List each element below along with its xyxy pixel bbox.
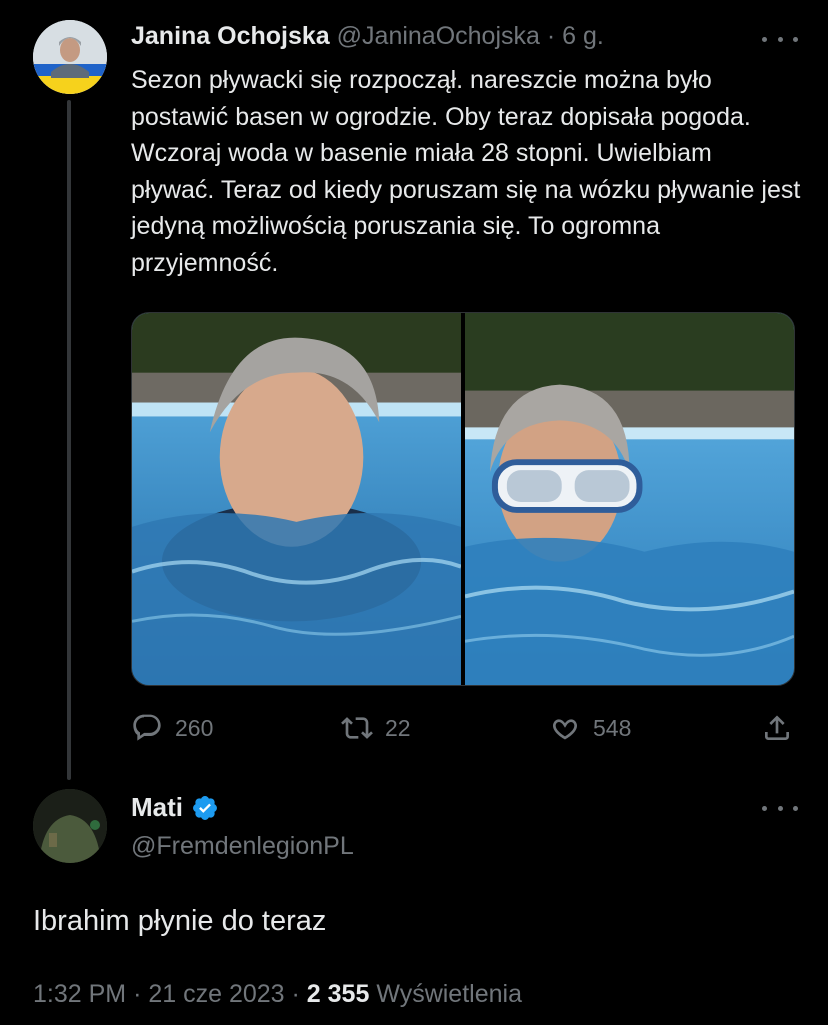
views-label: Wyświetlenia <box>376 980 522 1008</box>
reply-icon <box>133 714 161 741</box>
avatar-image <box>33 789 107 863</box>
meta-separator: · <box>133 980 142 1008</box>
like-button[interactable]: 548 <box>549 708 631 748</box>
tweet-text: Sezon pływacki się rozpoczął. nareszcie … <box>131 66 801 277</box>
share-icon <box>765 715 789 740</box>
like-count: 548 <box>593 714 632 741</box>
tweet-media[interactable] <box>131 312 795 686</box>
reply-time[interactable]: 1:32 PM <box>33 980 126 1008</box>
more-icon[interactable] <box>762 800 798 816</box>
retweet-button[interactable]: 22 <box>341 708 411 748</box>
avatar-image <box>33 20 107 94</box>
reply-author-avatar[interactable] <box>33 789 107 863</box>
views-count: 2 355 <box>306 980 370 1008</box>
photo-1[interactable] <box>132 313 461 685</box>
more-icon[interactable] <box>762 31 798 47</box>
tweet-header: Janina Ochojska @JaninaOchojska · 6 g. <box>131 22 604 51</box>
share-button[interactable] <box>761 708 793 748</box>
verified-badge-icon <box>193 795 217 820</box>
retweet-count: 22 <box>385 714 411 741</box>
reply-meta: 1:32 PM · 21 cze 2023 · 2 355 Wyświetlen… <box>33 980 522 1009</box>
reply-button[interactable]: 260 <box>131 708 213 748</box>
author-handle[interactable]: @JaninaOchojska <box>337 22 540 50</box>
reply-author-handle[interactable]: @FremdenlegionPL <box>131 832 354 861</box>
tweet-actions: 260 22 548 <box>131 708 795 748</box>
reply-date[interactable]: 21 cze 2023 <box>148 980 284 1008</box>
author-name[interactable]: Janina Ochojska <box>131 22 330 50</box>
reply-author-name[interactable]: Mati <box>131 792 183 823</box>
meta-separator: · <box>291 980 300 1008</box>
reply-text: Ibrahim płynie do teraz <box>33 905 327 937</box>
author-avatar[interactable] <box>33 20 107 94</box>
reply-author-name-row[interactable]: Mati <box>131 792 219 823</box>
photo-2[interactable] <box>465 313 794 685</box>
retweet-icon <box>341 717 373 739</box>
header-separator: · <box>546 22 556 50</box>
heart-icon <box>553 719 577 740</box>
thread-line <box>67 100 71 780</box>
reply-count: 260 <box>175 714 214 741</box>
tweet-time[interactable]: 6 g. <box>562 22 604 50</box>
